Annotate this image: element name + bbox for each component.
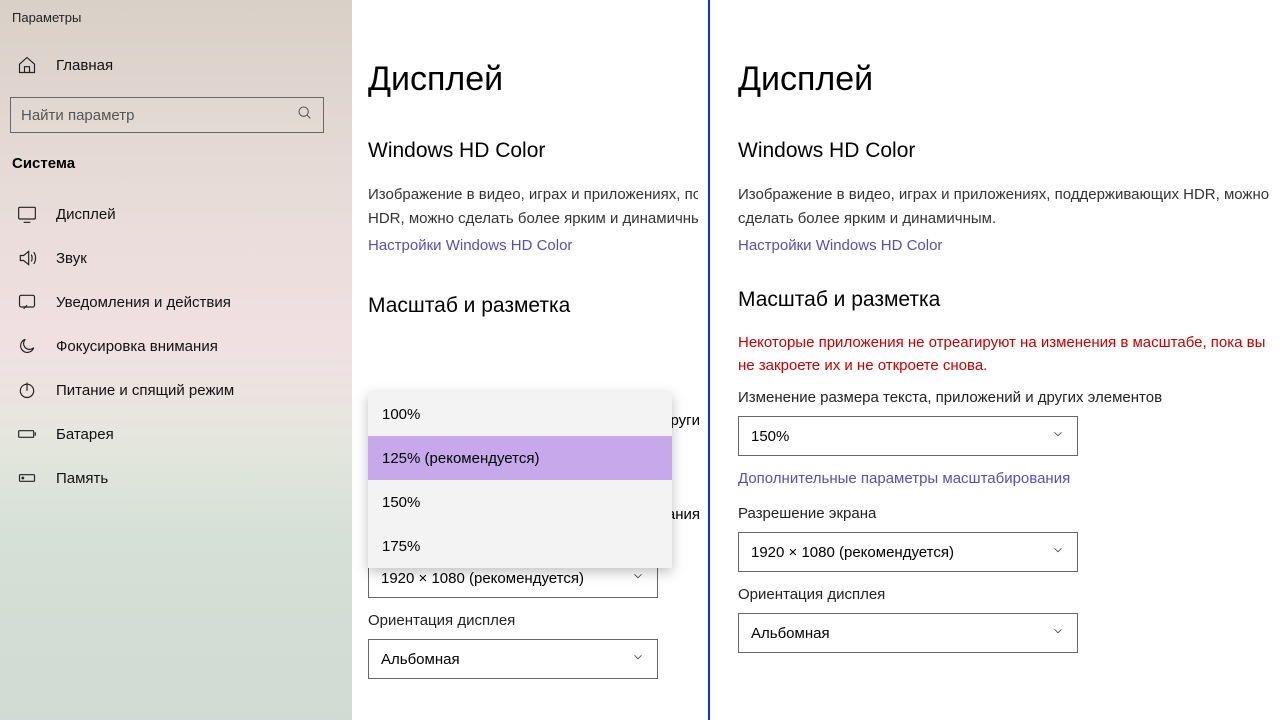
- display-icon: [16, 203, 38, 225]
- power-icon: [16, 379, 38, 401]
- scale-option-125[interactable]: 125% (рекомендуется): [368, 436, 672, 480]
- moon-icon: [16, 335, 38, 357]
- resolution-value: 1920 × 1080 (рекомендуется): [751, 544, 954, 561]
- content-pane-left: Дисплей Windows HD Color Изображение в в…: [352, 0, 710, 720]
- sidebar: Параметры Главная Найти параметр Система…: [0, 0, 352, 720]
- nav-home[interactable]: Главная: [10, 43, 352, 87]
- hd-color-desc: Изображение в видео, играх и приложениях…: [368, 183, 698, 207]
- sidebar-item-power[interactable]: Питание и спящий режим: [10, 368, 352, 412]
- content-pane-right: Дисплей Windows HD Color Изображение в в…: [710, 0, 1280, 720]
- sidebar-item-label: Батарея: [56, 426, 114, 443]
- scale-value: 150%: [751, 428, 789, 445]
- notification-icon: [16, 291, 38, 313]
- page-title: Дисплей: [738, 60, 1270, 99]
- chevron-down-icon: [631, 569, 645, 587]
- scale-option-150[interactable]: 150%: [368, 480, 672, 524]
- hd-color-heading: Windows HD Color: [738, 139, 1270, 163]
- sidebar-item-focus[interactable]: Фокусировка внимания: [10, 324, 352, 368]
- scale-dropdown-popup: 100% 125% (рекомендуется) 150% 175%: [368, 392, 672, 568]
- scale-heading: Масштаб и разметка: [738, 288, 1270, 312]
- scale-label: Изменение размера текста, приложений и д…: [738, 389, 1270, 406]
- sidebar-item-label: Питание и спящий режим: [56, 382, 234, 399]
- orientation-value: Альбомная: [381, 651, 460, 668]
- scale-option-175[interactable]: 175%: [368, 524, 672, 568]
- hd-color-desc: Изображение в видео, играх и приложениях…: [738, 183, 1270, 231]
- hd-color-link[interactable]: Настройки Windows HD Color: [738, 237, 942, 254]
- resolution-value: 1920 × 1080 (рекомендуется): [381, 570, 584, 587]
- search-placeholder: Найти параметр: [21, 107, 135, 124]
- chevron-down-icon: [1051, 543, 1065, 561]
- sidebar-item-sound[interactable]: Звук: [10, 236, 352, 280]
- scale-warning: Некоторые приложения не отреагируют на и…: [738, 332, 1270, 377]
- orientation-value: Альбомная: [751, 625, 830, 642]
- scale-heading: Масштаб и разметка: [368, 294, 698, 318]
- page-title: Дисплей: [368, 60, 698, 99]
- storage-icon: [16, 467, 38, 489]
- search-input[interactable]: Найти параметр: [10, 97, 324, 133]
- sidebar-item-label: Звук: [56, 250, 87, 267]
- orientation-label: Ориентация дисплея: [738, 586, 1270, 603]
- sidebar-item-storage[interactable]: Память: [10, 456, 352, 500]
- orientation-label: Ориентация дисплея: [368, 612, 698, 629]
- sidebar-item-label: Память: [56, 470, 108, 487]
- window-title: Параметры: [10, 10, 352, 43]
- nav-home-label: Главная: [56, 57, 113, 74]
- sound-icon: [16, 247, 38, 269]
- orientation-combo[interactable]: Альбомная: [368, 639, 658, 679]
- scale-combo[interactable]: 150%: [738, 416, 1078, 456]
- orientation-combo[interactable]: Альбомная: [738, 613, 1078, 653]
- chevron-down-icon: [1051, 624, 1065, 642]
- hd-color-desc-2: HDR, можно сделать более ярким и динамич…: [368, 207, 698, 231]
- sidebar-item-label: Фокусировка внимания: [56, 338, 218, 355]
- resolution-combo[interactable]: 1920 × 1080 (рекомендуется): [738, 532, 1078, 572]
- battery-icon: [16, 423, 38, 445]
- scale-option-100[interactable]: 100%: [368, 392, 672, 436]
- sidebar-item-battery[interactable]: Батарея: [10, 412, 352, 456]
- hd-color-heading: Windows HD Color: [368, 139, 698, 163]
- home-icon: [16, 54, 38, 76]
- sidebar-item-display[interactable]: Дисплей: [10, 192, 352, 236]
- hd-color-link[interactable]: Настройки Windows HD Color: [368, 237, 572, 254]
- sidebar-item-notifications[interactable]: Уведомления и действия: [10, 280, 352, 324]
- resolution-label: Разрешение экрана: [738, 505, 1270, 522]
- sidebar-item-label: Уведомления и действия: [56, 294, 231, 311]
- advanced-scaling-link[interactable]: Дополнительные параметры масштабирования: [738, 470, 1070, 487]
- sidebar-item-label: Дисплей: [56, 206, 116, 223]
- search-icon: [297, 105, 313, 125]
- chevron-down-icon: [631, 650, 645, 668]
- sidebar-section: Система: [10, 155, 352, 192]
- chevron-down-icon: [1051, 427, 1065, 445]
